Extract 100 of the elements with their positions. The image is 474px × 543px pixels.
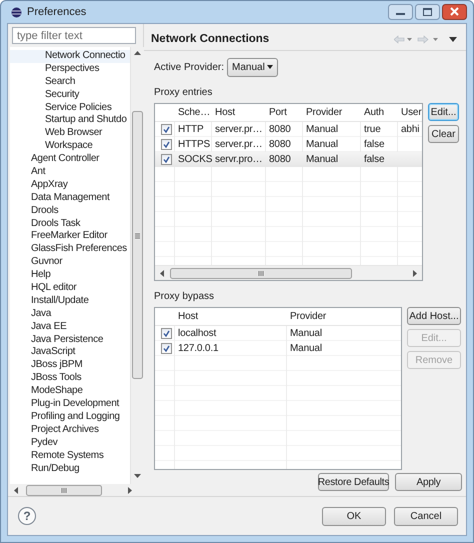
- button[interactable]: Apply: [395, 473, 462, 491]
- table-cell-text: server.pr…: [215, 138, 262, 152]
- column-header[interactable]: Provider: [290, 308, 326, 325]
- tree-item[interactable]: Startup and Shutdo: [10, 114, 130, 128]
- tree-item[interactable]: Network Connectio: [10, 50, 130, 63]
- field-label: Active Provider:: [154, 62, 224, 72]
- tree-item[interactable]: Project Archives: [10, 424, 130, 437]
- table-cell-text: false: [364, 153, 384, 167]
- table-cell-text: servr.pro…: [215, 153, 262, 167]
- table-cell-text: Manual: [290, 342, 322, 356]
- table-row[interactable]: 127.0.0.1 Manual: [155, 341, 401, 356]
- scroll-right-icon[interactable]: [413, 270, 417, 276]
- scroll-right-icon[interactable]: [128, 486, 132, 494]
- button[interactable]: Restore Defaults: [318, 473, 389, 491]
- help-button[interactable]: ?: [18, 507, 36, 525]
- table-row[interactable]: localhost Manual: [155, 326, 401, 341]
- tree-item[interactable]: FreeMarker Editor: [10, 230, 130, 244]
- page-title: Network Connections: [151, 33, 270, 45]
- filter-field[interactable]: type filter text: [12, 27, 136, 44]
- tree-item[interactable]: Workspace: [10, 140, 130, 154]
- tree-item[interactable]: Java Persistence: [10, 334, 130, 346]
- table-cell-text: 8080: [269, 138, 291, 152]
- tree-item[interactable]: Service Policies: [10, 102, 130, 114]
- column-header[interactable]: Provider: [306, 104, 342, 121]
- tree-item[interactable]: Plug-in Development: [10, 398, 130, 411]
- column-header[interactable]: User: [401, 104, 422, 121]
- table-cell-text: Manual: [290, 327, 322, 341]
- column-header[interactable]: Host: [215, 104, 235, 121]
- scroll-down-icon[interactable]: [134, 474, 141, 478]
- scroll-thumb[interactable]: [132, 111, 143, 379]
- tree-item[interactable]: Security: [10, 88, 130, 102]
- button[interactable]: Add Host...: [407, 307, 461, 325]
- provider-dropdown[interactable]: Manual: [227, 58, 278, 76]
- table-row[interactable]: SOCKS servr.pro… 8080 Manual false: [155, 152, 422, 167]
- tree-item[interactable]: ModeShape: [10, 385, 130, 398]
- caret-icon: [267, 65, 274, 69]
- table-cell-text: 8080: [269, 123, 291, 137]
- column-header[interactable]: Port: [269, 104, 287, 121]
- tree-item[interactable]: Java: [10, 308, 130, 321]
- column-header[interactable]: Sche…: [178, 104, 210, 121]
- table-cell-text: abhi: [401, 123, 420, 137]
- tree-item[interactable]: JBoss jBPM: [10, 359, 130, 372]
- table-cell-text: true: [364, 123, 381, 137]
- tree-item[interactable]: Profiling and Logging: [10, 410, 130, 424]
- tree-item[interactable]: Drools Task: [10, 218, 130, 230]
- minimize-button[interactable]: [388, 4, 413, 20]
- scroll-thumb[interactable]: [170, 268, 352, 278]
- checkbox[interactable]: [161, 154, 172, 165]
- button[interactable]: Edit...: [428, 103, 459, 121]
- scroll-left-icon[interactable]: [14, 486, 18, 494]
- navigation-arrows-icon[interactable]: [394, 34, 460, 44]
- table-cell-text: false: [364, 138, 384, 152]
- button[interactable]: Clear: [428, 125, 459, 143]
- table-cell-text: Manual: [306, 123, 338, 137]
- table-cell-text: HTTP: [178, 123, 204, 137]
- column-header[interactable]: Auth: [364, 104, 384, 121]
- table-row[interactable]: HTTP server.pr… 8080 Manual true abhi: [155, 122, 422, 137]
- window-title: Preferences: [27, 6, 86, 18]
- table-cell-text: 127.0.0.1: [178, 342, 218, 356]
- tree-item[interactable]: Search: [10, 76, 130, 89]
- table-row[interactable]: HTTPS server.pr… 8080 Manual false: [155, 137, 422, 152]
- tree-item[interactable]: Help: [10, 269, 130, 282]
- table-cell-text: 8080: [269, 153, 291, 167]
- checkbox[interactable]: [161, 328, 172, 339]
- tree-item[interactable]: JavaScript: [10, 346, 130, 360]
- table-cell-text: localhost: [178, 327, 216, 341]
- scroll-thumb[interactable]: [26, 484, 102, 496]
- tree-item[interactable]: Remote Systems: [10, 450, 130, 462]
- tree-item[interactable]: HQL editor: [10, 282, 130, 295]
- maximize-button[interactable]: [415, 4, 440, 20]
- section-label: Proxy entries: [154, 87, 214, 99]
- column-header[interactable]: Host: [178, 308, 198, 325]
- tree-item[interactable]: Pydev: [10, 436, 130, 450]
- section-label: Proxy bypass: [154, 291, 216, 303]
- tree-item[interactable]: Agent Controller: [10, 153, 130, 166]
- table-cell-text: server.pr…: [215, 123, 262, 137]
- tree-item[interactable]: Java EE: [10, 320, 130, 334]
- table-cell-text: Manual: [306, 138, 338, 152]
- checkbox[interactable]: [161, 139, 172, 150]
- button[interactable]: OK: [322, 506, 386, 526]
- tree-item[interactable]: Guvnor: [10, 256, 130, 270]
- tree-item[interactable]: Data Management: [10, 192, 130, 205]
- scroll-up-icon[interactable]: [134, 51, 141, 55]
- tree-item[interactable]: Web Browser: [10, 127, 130, 140]
- button[interactable]: Cancel: [394, 506, 458, 526]
- table-cell-text: Manual: [306, 153, 338, 167]
- checkbox[interactable]: [161, 343, 172, 354]
- tree-item[interactable]: Ant: [10, 166, 130, 179]
- close-button[interactable]: [442, 4, 467, 20]
- scroll-left-icon[interactable]: [160, 270, 164, 276]
- app-icon: [11, 6, 22, 18]
- tree-item[interactable]: JBoss Tools: [10, 372, 130, 386]
- tree-item[interactable]: AppXray: [10, 178, 130, 192]
- tree-item[interactable]: Install/Update: [10, 294, 130, 308]
- tree-item[interactable]: Drools: [10, 204, 130, 218]
- tree-item[interactable]: Perspectives: [10, 62, 130, 76]
- checkbox[interactable]: [161, 124, 172, 135]
- table-cell-text: HTTPS: [178, 138, 210, 152]
- tree-item[interactable]: Run/Debug: [10, 462, 130, 476]
- tree-item[interactable]: GlassFish Preferences: [10, 243, 130, 256]
